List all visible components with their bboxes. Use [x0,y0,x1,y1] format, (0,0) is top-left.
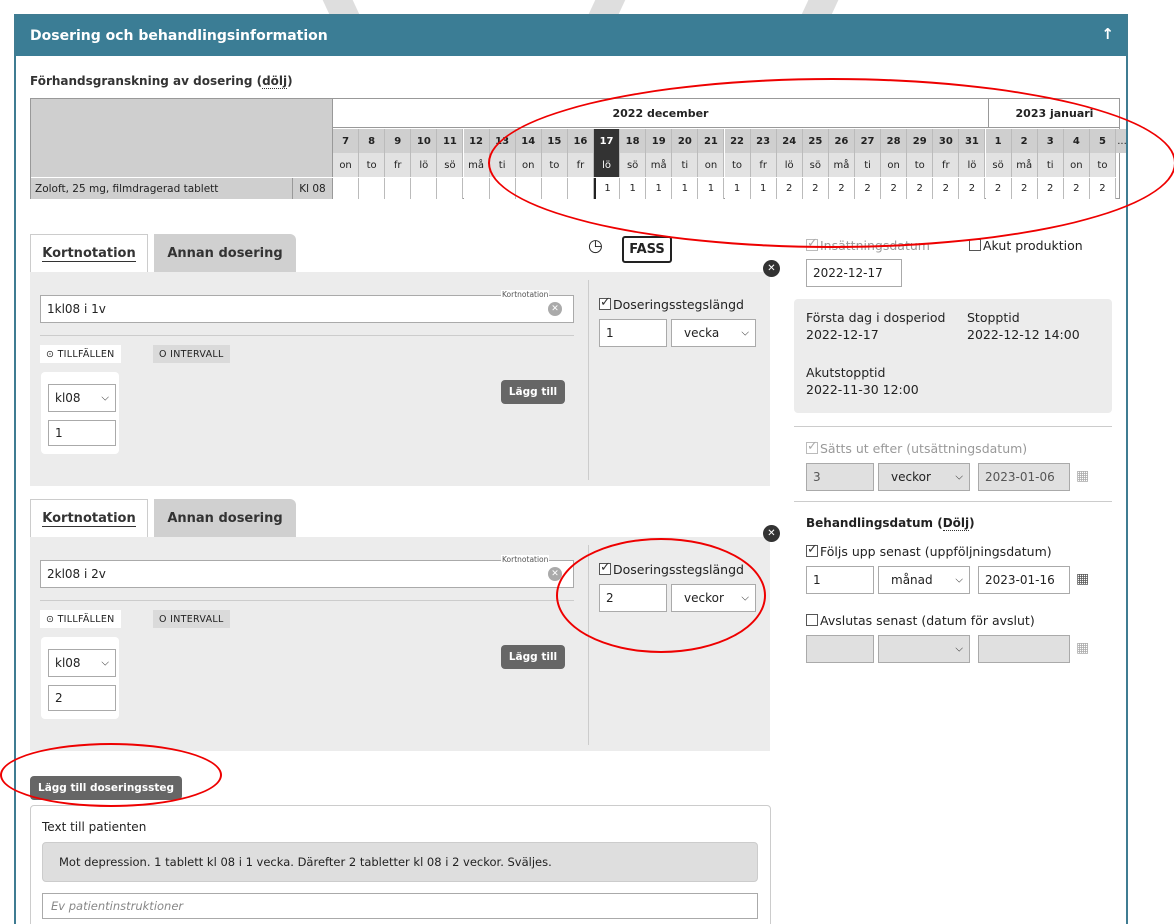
treatment-dates-label: Behandlingsdatum (Dölj) [806,516,975,531]
urgent-production-checkbox[interactable]: Akut produktion [969,238,1083,253]
notation-input[interactable]: 2kl08 i 2v [40,560,574,588]
day-number: 11 [437,129,464,153]
weekday: to [359,153,386,177]
urgent-stop-label: Akutstopptid [806,365,886,380]
chevron-down-icon: ⌵ [955,471,963,483]
checkbox-checked-icon [806,542,818,557]
discontinue-date[interactable]: 2023-01-06 [978,463,1070,491]
panel-header[interactable]: Dosering och behandlingsinformation ↑ [16,16,1126,56]
checkbox-icon [806,614,818,626]
arrow-up-icon[interactable]: ↑ [1101,25,1114,43]
stop-time-value: 2022-12-12 14:00 [967,327,1080,342]
weekday: lö [411,153,438,177]
notation-tag: Kortnotation [501,290,550,299]
add-button[interactable]: Lägg till [501,645,565,669]
chevron-down-icon: ⌵ [741,327,749,339]
weekday: on [333,153,360,177]
panel-title: Dosering och behandlingsinformation [30,28,328,44]
day-number: 10 [411,129,438,153]
checkbox-icon [969,239,981,251]
patient-text: Mot depression. 1 tablett kl 08 i 1 veck… [42,842,758,882]
divider [794,501,1112,502]
step-length-input[interactable]: 1 [599,319,667,347]
dose-cell [359,178,386,199]
weekday: fr [385,153,412,177]
divider [794,426,1112,427]
patient-text-title: Text till patienten [42,820,147,834]
dose-input[interactable]: 2 [48,685,116,711]
occasions-toggle[interactable]: ⊙ TILLFÄLLEN [40,345,121,363]
chevron-down-icon: ⌵ [955,574,963,586]
end-date[interactable] [978,635,1070,663]
dose-cell [437,178,464,199]
urgent-stop-value: 2022-11-30 12:00 [806,382,919,397]
follow-up-checkbox[interactable]: Följs upp senast (uppföljningsdatum) [806,542,1052,559]
follow-up-unit-select[interactable]: månad ⌵ [878,566,970,594]
interval-toggle[interactable]: O INTERVALL [153,610,230,628]
checkbox-checked-icon [599,295,611,310]
step-length-unit-select[interactable]: vecka ⌵ [671,319,756,347]
interval-toggle[interactable]: O INTERVALL [153,345,230,363]
notation-tag: Kortnotation [501,555,550,564]
day-number: 9 [385,129,412,153]
time-select[interactable]: kl08 ⌵ [48,649,116,677]
tab-annan-dosering[interactable]: Annan dosering [154,234,296,272]
drug-name: Zoloft, 25 mg, filmdragerad tablett [31,178,293,199]
remove-step-icon[interactable]: ✕ [763,260,780,277]
step-length-checkbox[interactable]: Doseringsstegslängd [599,295,744,312]
day-number: 7 [333,129,360,153]
discontinue-checkbox[interactable]: Sätts ut efter (utsättningsdatum) [806,439,1027,456]
checkbox-checked-icon [806,439,818,454]
chevron-down-icon: ⌵ [955,643,963,655]
weekday: må [463,153,490,177]
tab-kortnotation[interactable]: Kortnotation [30,234,148,272]
hide-preview-link[interactable]: dölj [262,74,288,89]
first-day-label: Första dag i dosperiod [806,310,946,325]
end-amount[interactable] [806,635,874,663]
calendar-icon[interactable]: ▦ [1076,571,1089,587]
stop-time-label: Stopptid [967,310,1020,325]
calendar-icon[interactable]: ▦ [1076,468,1089,484]
start-date-input[interactable]: 2022-12-17 [806,259,902,287]
dose-input[interactable]: 1 [48,420,116,446]
day-number: 12 [463,129,490,153]
follow-up-date[interactable]: 2023-01-16 [978,566,1070,594]
dose-time: Kl 08 [293,178,333,199]
divider [40,335,574,336]
follow-up-amount[interactable]: 1 [806,566,874,594]
calendar-corner [31,99,333,177]
time-select[interactable]: kl08 ⌵ [48,384,116,412]
clock-icon[interactable]: ◷ [588,236,603,256]
tab-kortnotation[interactable]: Kortnotation [30,499,148,537]
day-number: 8 [359,129,386,153]
occasions-toggle[interactable]: ⊙ TILLFÄLLEN [40,610,121,628]
fass-button[interactable]: FASS [622,236,672,263]
discontinue-amount[interactable]: 3 [806,463,874,491]
chevron-down-icon: ⌵ [101,392,109,404]
patient-instructions-input[interactable]: Ev patientinstruktioner [42,893,758,919]
dose-cell [333,178,360,199]
dose-cell [385,178,412,199]
divider [588,280,589,480]
end-date-checkbox[interactable]: Avslutas senast (datum för avslut) [806,613,1035,628]
annotation-ellipse [556,538,766,653]
hide-treatment-link[interactable]: Dölj [942,516,970,531]
preview-title: Förhandsgranskning av dosering (dölj) [30,74,293,89]
annotation-ellipse [488,78,1174,248]
divider [40,600,574,601]
add-button[interactable]: Lägg till [501,380,565,404]
remove-step-icon[interactable]: ✕ [763,525,780,542]
chevron-down-icon: ⌵ [101,657,109,669]
first-day-value: 2022-12-17 [806,327,879,342]
clear-icon[interactable]: ✕ [548,302,562,316]
notation-input[interactable]: 1kl08 i 1v [40,295,574,323]
dose-cell [463,178,490,199]
weekday: sö [437,153,464,177]
dose-cell [411,178,438,199]
calendar-icon[interactable]: ▦ [1076,640,1089,656]
end-unit-select[interactable]: ⌵ [878,635,970,663]
annotation-ellipse [0,743,222,807]
discontinue-unit-select[interactable]: veckor ⌵ [878,463,970,491]
tab-annan-dosering[interactable]: Annan dosering [154,499,296,537]
